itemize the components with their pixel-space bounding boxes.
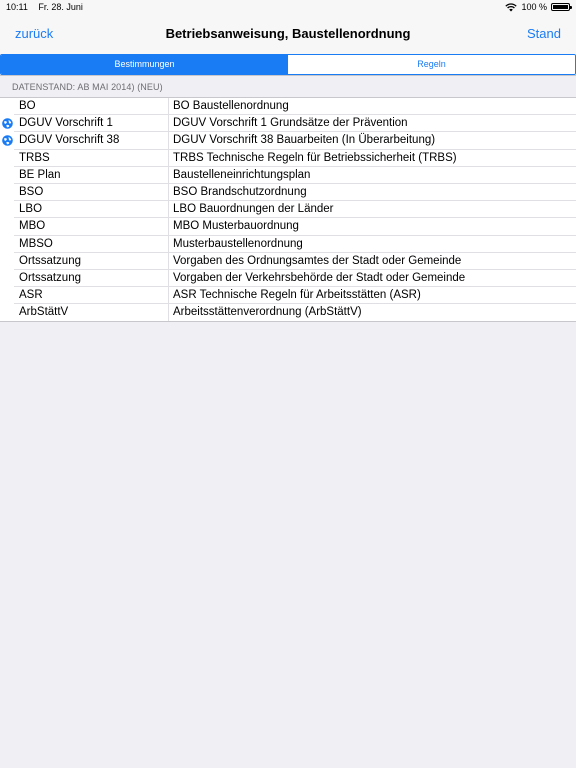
row-description: DGUV Vorschrift 38 Bauarbeiten (In Übera… [173,134,436,147]
column-divider [168,166,169,184]
segment-bar: Bestimmungen Regeln [0,54,576,76]
row-description: ASR Technische Regeln für Arbeitsstätten… [173,289,421,302]
table-row[interactable]: Ortssatzung Vorgaben des Ordnungsamtes de… [0,252,576,271]
column-divider [168,252,169,270]
row-description: TRBS Technische Regeln für Betriebssiche… [173,151,457,164]
wifi-icon [505,2,518,12]
row-description: DGUV Vorschrift 1 Grundsätze der Prävent… [173,117,408,130]
row-code: BSO [19,185,44,198]
row-description: Arbeitsstättenverordnung (ArbStättV) [173,306,362,319]
stand-button[interactable]: Stand [527,26,561,41]
battery-percent: 100 % [521,2,547,12]
table-row[interactable]: BO BO Baustellenordnung [0,98,576,116]
table-row[interactable]: DGUV Vorschrift 1 DGUV Vorschrift 1 Grund… [0,115,576,133]
table-row[interactable]: Ortssatzung Vorgaben der Verkehrsbehörde … [0,269,576,288]
battery-fill [553,5,568,9]
column-divider [168,115,169,133]
row-description: Baustelleneinrichtungsplan [173,168,311,181]
navigation-bar: zurück Betriebsanweisung, Baustellenordn… [0,14,576,54]
row-code: DGUV Vorschrift 38 [19,134,120,147]
row-description: Vorgaben des Ordnungsamtes der Stadt ode… [173,254,462,267]
row-description: MBO Musterbauordnung [173,220,299,233]
status-bar: 10:11 Fr. 28. Juni 100 % [0,0,576,14]
row-code: ArbStättV [19,306,69,319]
column-divider [168,235,169,253]
row-code: Ortssatzung [19,271,81,284]
row-code: MBO [19,220,46,233]
globe-icon [2,135,13,147]
section-header: DATENSTAND: AB MAI 2014) (NEU) [12,82,163,92]
row-description: Musterbaustellenordnung [173,237,303,250]
column-divider [168,218,169,236]
row-description: BO Baustellenordnung [173,100,289,112]
status-right: 100 % [505,0,572,14]
row-code: BO [19,100,36,112]
table-row[interactable]: BE Plan Baustelleneinrichtungsplan [0,166,576,185]
column-divider [168,98,169,116]
row-code: ASR [19,289,43,302]
column-divider [168,183,169,202]
row-code: DGUV Vorschrift 1 [19,117,113,130]
row-description: Vorgaben der Verkehrsbehörde der Stadt o… [173,271,466,284]
column-divider [168,201,169,219]
table-row[interactable]: ArbStättV Arbeitsstättenverordnung (ArbSt… [0,304,576,322]
segment-bestimmungen[interactable]: Bestimmungen [1,55,288,74]
page-title: Betriebsanweisung, Baustellenordnung [165,26,411,41]
row-code: LBO [19,203,43,216]
row-code: Ortssatzung [19,254,81,267]
row-code: BE Plan [19,168,61,181]
status-time: 10:11 [6,2,28,12]
table-row[interactable]: MBSO Musterbaustellenordnung [0,235,576,253]
battery-icon [551,3,572,11]
row-description: BSO Brandschutzordnung [173,185,307,198]
regulation-table: BO BO Baustellenordnung DGUV Vorschrift 1D… [0,97,576,323]
table-row[interactable]: MBO MBO Musterbauordnung [0,218,576,236]
table-row[interactable]: ASR ASR Technische Regeln für Arbeitsstät… [0,287,576,305]
row-code: TRBS [19,151,50,164]
segmented-control: Bestimmungen Regeln [0,54,576,75]
column-divider [168,304,169,322]
status-left: 10:11 Fr. 28. Juni [6,0,91,14]
table-row[interactable]: BSO BSO Brandschutzordnung [0,183,576,202]
column-divider [168,149,169,167]
row-code: MBSO [19,237,53,250]
column-divider [168,287,169,305]
column-divider [168,132,169,150]
table-row[interactable]: TRBS TRBS Technische Regeln für Betriebss… [0,149,576,167]
table-row[interactable]: LBO LBO Bauordnungen der Länder [0,201,576,219]
globe-icon [2,118,13,129]
table-row[interactable]: DGUV Vorschrift 38 DGUV Vorschrift 38 Bau… [0,132,576,150]
row-description: LBO Bauordnungen der Länder [173,203,334,216]
status-date: Fr. 28. Juni [38,2,83,12]
segment-regeln[interactable]: Regeln [288,55,575,74]
column-divider [168,269,169,288]
